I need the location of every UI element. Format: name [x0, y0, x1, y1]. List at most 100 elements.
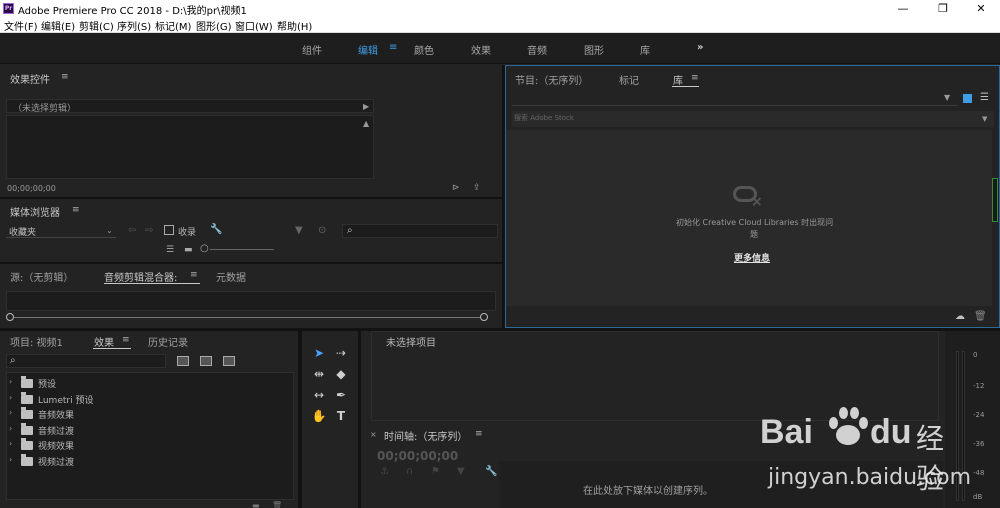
effect-controls-title[interactable]: 效果控件 [10, 71, 50, 86]
menu-markers[interactable]: 标记(M) [155, 18, 191, 33]
snap-icon[interactable]: ∩ [406, 467, 413, 477]
wrench-icon[interactable]: 🔧 [210, 225, 222, 235]
minimize-button[interactable]: — [886, 0, 920, 17]
grid-view-icon[interactable] [963, 94, 972, 103]
vertical-scrollbar[interactable] [992, 178, 998, 222]
forward-arrow-icon[interactable]: ⇨ [145, 226, 153, 236]
tab-source[interactable]: 源:（无剪辑） [10, 269, 73, 284]
scroll-handle-left[interactable] [6, 313, 14, 321]
workspace-effects[interactable]: 效果 [471, 42, 491, 57]
collapse-up-icon[interactable]: ▲ [363, 119, 369, 129]
tab-effects[interactable]: 效果 [94, 334, 114, 349]
restore-button[interactable]: ❐ [926, 0, 960, 17]
workspace-audio[interactable]: 音频 [527, 42, 547, 57]
cc-sync-icon[interactable]: ☁ [955, 312, 965, 322]
mixer-scrollbar[interactable] [6, 312, 488, 322]
library-selector[interactable]: ▼ [512, 90, 958, 106]
workspace-graphics[interactable]: 图形 [584, 42, 604, 57]
chevron-right-icon[interactable]: › [9, 393, 12, 403]
menu-graphics[interactable]: 图形(G) [196, 18, 232, 33]
workspace-assembly[interactable]: 组件 [302, 42, 322, 57]
back-arrow-icon[interactable]: ⇦ [128, 226, 136, 236]
chevron-right-icon[interactable]: › [9, 439, 12, 449]
wrench-icon[interactable]: 🔧 [485, 467, 497, 477]
tab-program[interactable]: 节目:（无序列） [515, 72, 588, 87]
panel-menu-icon[interactable]: ≡ [61, 72, 69, 82]
timeline-title[interactable]: 时间轴:（无序列） [384, 428, 467, 443]
trash-icon[interactable]: 🗑 [974, 312, 987, 322]
view-icon[interactable]: ⊙ [318, 226, 326, 236]
tab-history[interactable]: 历史记录 [148, 334, 188, 349]
list-item[interactable]: › Lumetri 预设 [7, 392, 287, 406]
workspace-libraries[interactable]: 库 [640, 42, 650, 57]
nest-icon[interactable]: ⚓ [380, 467, 389, 477]
chevron-right-icon[interactable]: › [9, 377, 12, 387]
menu-edit[interactable]: 编辑(E) [41, 18, 75, 33]
list-item[interactable]: › 音频效果 [7, 407, 287, 421]
menu-sequence[interactable]: 序列(S) [117, 18, 151, 33]
accelerated-effects-icon[interactable] [177, 356, 189, 366]
favorites-dropdown[interactable]: 收藏夹 ⌄ [6, 224, 116, 238]
clip-selector[interactable]: （未选择剪辑） ▶ [6, 99, 374, 114]
chevron-right-icon[interactable]: › [9, 455, 12, 465]
tab-libraries[interactable]: 库 [673, 72, 683, 87]
menu-window[interactable]: 窗口(W) [235, 18, 273, 33]
scroll-handle-right[interactable] [480, 313, 488, 321]
export-icon[interactable]: ⇪ [473, 183, 481, 193]
workspace-editing[interactable]: 编辑 [358, 42, 378, 57]
32bit-effects-icon[interactable] [200, 356, 212, 366]
chevron-right-icon[interactable]: › [9, 408, 12, 418]
expand-right-icon[interactable]: ▶ [363, 102, 369, 112]
filter-icon[interactable]: ⊳ [452, 183, 460, 193]
ripple-edit-tool-icon[interactable]: ⇹ [310, 365, 328, 383]
tab-metadata[interactable]: 元数据 [216, 269, 246, 284]
close-icon[interactable]: × [370, 430, 377, 440]
razor-tool-icon[interactable]: ◆ [332, 365, 350, 383]
menu-clip[interactable]: 剪辑(C) [79, 18, 114, 33]
chevron-down-icon[interactable]: ▼ [982, 114, 987, 124]
selection-tool-icon[interactable]: ➤ [310, 344, 328, 362]
type-tool-icon[interactable]: T [332, 407, 350, 425]
panel-menu-icon[interactable]: ≡ [190, 270, 198, 280]
panel-menu-icon[interactable]: ≡ [122, 335, 130, 345]
list-item[interactable]: › 视频过渡 [7, 454, 287, 468]
menu-help[interactable]: 帮助(H) [277, 18, 312, 33]
slip-tool-icon[interactable]: ↔ [310, 386, 328, 404]
panel-menu-icon[interactable]: ≡ [691, 73, 699, 83]
workspace-menu-icon[interactable]: ≡ [389, 42, 397, 53]
timeline-timecode[interactable]: 00;00;00;00 [377, 449, 458, 463]
list-view-icon[interactable]: ☰ [980, 93, 989, 103]
close-button[interactable]: ✕ [964, 0, 998, 17]
new-folder-icon[interactable]: ▬ [252, 501, 260, 508]
zoom-slider-track[interactable] [210, 249, 274, 250]
tab-audio-clip-mixer[interactable]: 音频剪辑混合器: [104, 269, 177, 284]
list-item[interactable]: › 音频过渡 [7, 423, 287, 437]
tab-project[interactable]: 项目: 视频1 [10, 334, 63, 349]
list-item[interactable]: › 预设 [7, 376, 287, 390]
list-item[interactable]: › 视频效果 [7, 438, 287, 452]
list-view-icon[interactable]: ☰ [166, 245, 174, 255]
filter-funnel-icon[interactable]: ▼ [295, 226, 303, 236]
media-browser-title[interactable]: 媒体浏览器 [10, 204, 60, 219]
panel-menu-icon[interactable]: ≡ [72, 205, 80, 215]
favorites-checkbox[interactable] [164, 225, 174, 235]
trash-icon[interactable]: 🗑 [272, 501, 282, 508]
icon-view-icon[interactable]: ▬ [184, 245, 193, 255]
tab-markers[interactable]: 标记 [619, 72, 639, 87]
media-search-input[interactable]: ⌕ [342, 224, 498, 238]
workspace-color[interactable]: 颜色 [414, 42, 434, 57]
hand-tool-icon[interactable]: ✋ [310, 407, 328, 425]
effects-search-input[interactable]: ⌕ [6, 354, 166, 368]
chevron-right-icon[interactable]: › [9, 424, 12, 434]
stock-search-input[interactable]: 搜索 Adobe Stock ▼ [512, 111, 994, 127]
workspace-more-icon[interactable]: » [697, 42, 703, 53]
linked-selection-icon[interactable]: ⚑ [431, 467, 440, 477]
add-marker-icon[interactable]: ▼ [457, 467, 465, 477]
yuv-effects-icon[interactable] [223, 356, 235, 366]
menu-file[interactable]: 文件(F) [4, 18, 38, 33]
more-info-link[interactable]: 更多信息 [734, 251, 770, 264]
panel-menu-icon[interactable]: ≡ [475, 429, 483, 439]
pen-tool-icon[interactable]: ✒ [332, 386, 350, 404]
track-select-tool-icon[interactable]: ⇢ [332, 344, 350, 362]
zoom-slider-handle[interactable]: ○ [200, 244, 209, 254]
